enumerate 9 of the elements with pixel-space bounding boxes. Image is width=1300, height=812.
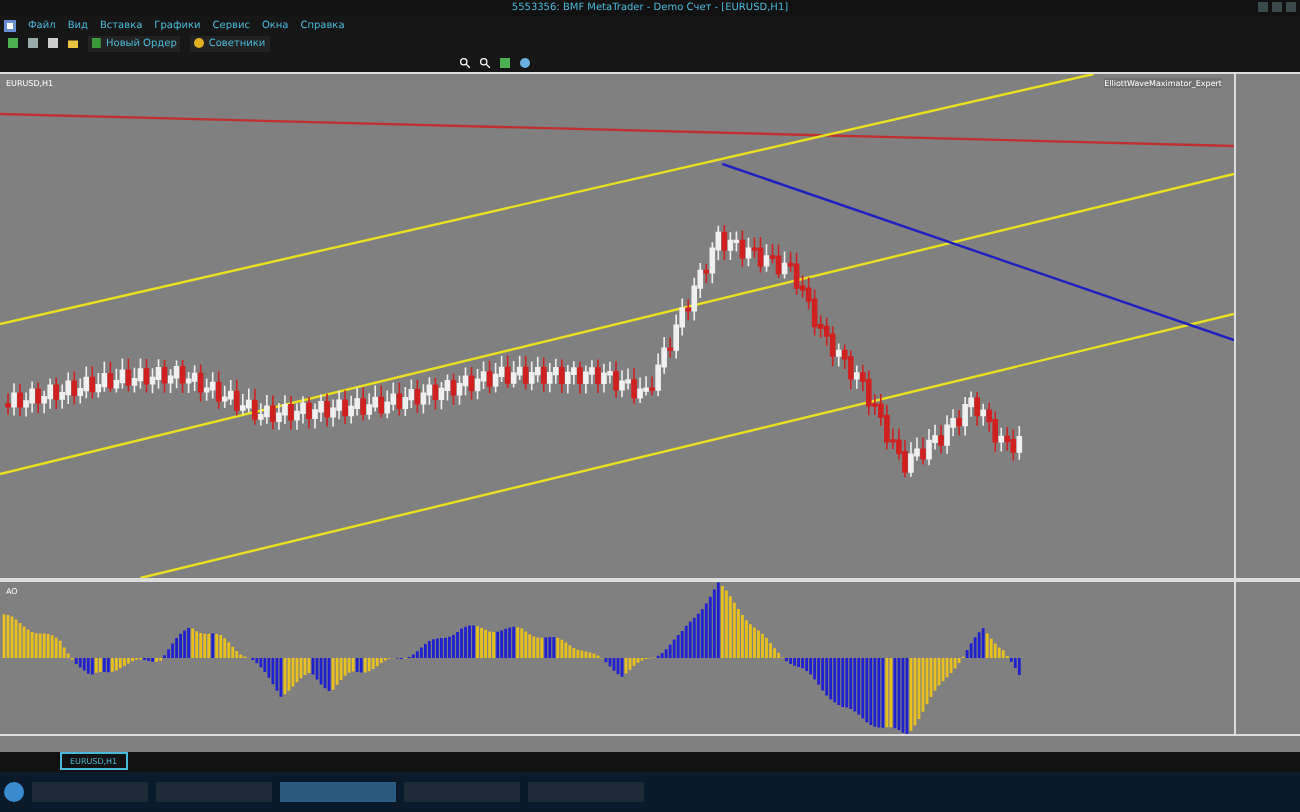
- trend-line[interactable]: [721, 162, 1234, 342]
- app-icon: [4, 19, 16, 31]
- start-icon[interactable]: [4, 782, 24, 802]
- trend-line[interactable]: [0, 112, 1234, 148]
- zoom-out-icon[interactable]: [480, 57, 490, 67]
- taskbar-button[interactable]: [280, 782, 396, 802]
- channel-line[interactable]: [0, 172, 1234, 476]
- channel-line[interactable]: [140, 312, 1234, 578]
- zoom-in-icon[interactable]: [460, 57, 470, 67]
